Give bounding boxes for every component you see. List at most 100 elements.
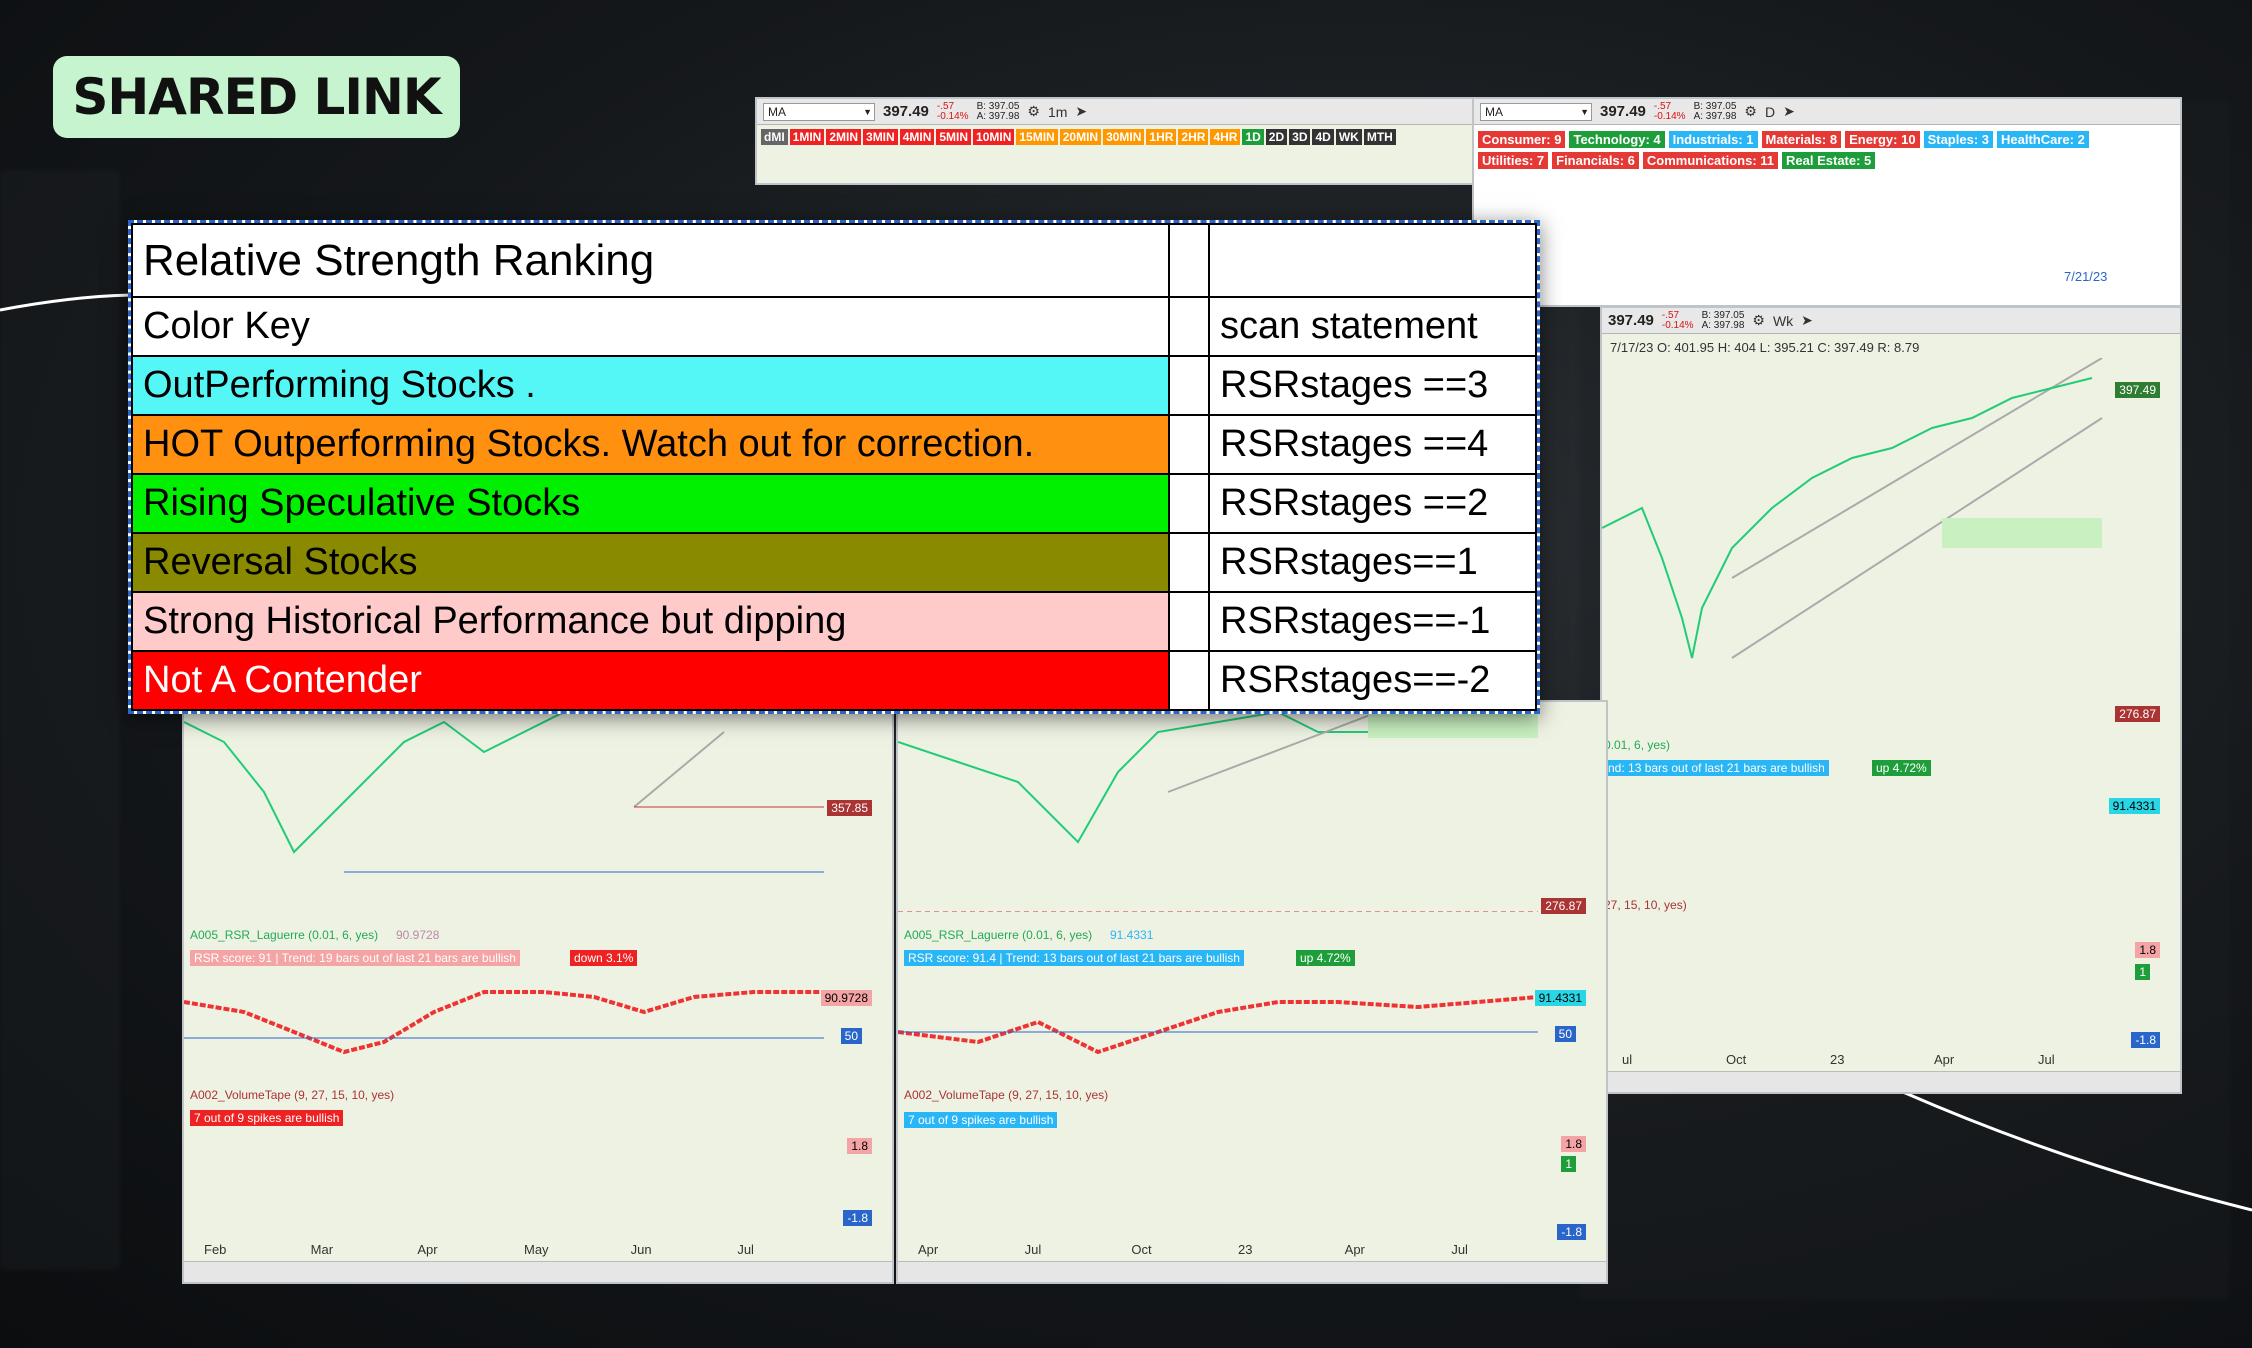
- bid-ask: B: 397.05 A: 397.98: [1701, 309, 1745, 331]
- timeframe-button[interactable]: D: [1765, 104, 1775, 120]
- study-mid-tag: 50: [1554, 1026, 1576, 1042]
- stage-label: Reversal Stocks: [131, 532, 1170, 594]
- timeframe-button[interactable]: 2HR: [1178, 129, 1209, 145]
- status-bar: [1602, 1071, 2180, 1092]
- timeframe-button[interactable]: 3MIN: [863, 129, 898, 145]
- volume-low-tag: -1.8: [843, 1210, 872, 1226]
- timeframe-button[interactable]: 3D: [1289, 129, 1311, 145]
- sector-badge: Energy: 10: [1845, 131, 1920, 148]
- trend-text: RSR score: 91.4 | Trend: 13 bars out of …: [904, 950, 1244, 966]
- table-row: Strong Historical Performance but dippin…: [131, 591, 1537, 653]
- timeframe-button[interactable]: 1MIN: [789, 129, 825, 145]
- x-tick-label: Jul: [737, 1242, 754, 1257]
- timeframe-button[interactable]: 4MIN: [899, 129, 935, 145]
- study-select[interactable]: MA: [1480, 102, 1592, 121]
- scan-statement: RSRstages ==4: [1208, 414, 1537, 476]
- timeframe-button[interactable]: 1D: [1242, 129, 1264, 145]
- study-select[interactable]: MA: [763, 102, 875, 121]
- sector-list: Consumer: 9 Technology: 4 Industrials: 1 Ma…: [1478, 131, 2118, 169]
- left-price-chart: [184, 711, 824, 873]
- sector-badge: HealthCare: 2: [1997, 131, 2089, 148]
- table-title-row: Relative Strength Ranking: [131, 222, 1537, 299]
- sector-badge: Technology: 4: [1569, 131, 1665, 148]
- chart-window-sectors: MA 397.49 -.57-0.14% B: 397.05A: 397.98 …: [1472, 97, 2182, 307]
- timeframe-button[interactable]: Wk: [1773, 313, 1793, 329]
- timeframe-button[interactable]: 1m: [1048, 104, 1067, 120]
- study-mid-tag: 50: [840, 1028, 862, 1044]
- scan-statement: RSRstages ==3: [1208, 355, 1537, 417]
- stage-label: Strong Historical Performance but dippin…: [131, 591, 1170, 653]
- ohlc-readout: 7/17/23 O: 401.95 H: 404 L: 395.21 C: 39…: [1610, 340, 1920, 355]
- timeframe-button[interactable]: 4HR: [1210, 129, 1241, 145]
- middle-rsr-chart: [898, 995, 1538, 1055]
- table-header-row: Color Key scan statement: [131, 296, 1537, 358]
- study-value-tag: 91.4331: [1534, 990, 1586, 1006]
- timeframe-button[interactable]: 2MIN: [826, 129, 862, 145]
- sector-badge: Financials: 6: [1552, 152, 1639, 169]
- table-title: Relative Strength Ranking: [131, 222, 1170, 299]
- gear-icon[interactable]: ⚙: [1744, 103, 1757, 120]
- timeframe-button[interactable]: 10MIN: [973, 129, 1015, 145]
- last-price: 397.49: [883, 103, 929, 120]
- cursor-icon[interactable]: ➤: [1801, 312, 1813, 329]
- sector-badge: Communications: 11: [1642, 152, 1779, 169]
- timeframe-bar: dMI 1MIN 2MIN 3MIN 4MIN 5MIN 10MIN 15MIN 20MIN 30…: [761, 129, 1396, 145]
- volume-count-tag: 1: [1561, 1156, 1576, 1172]
- scan-statement: RSRstages ==2: [1208, 473, 1537, 535]
- low-price-tag: 276.87: [1541, 898, 1586, 914]
- gear-icon[interactable]: ⚙: [1752, 312, 1765, 329]
- x-tick-label: Feb: [204, 1242, 227, 1257]
- gear-icon[interactable]: ⚙: [1027, 103, 1040, 120]
- cursor-icon[interactable]: ➤: [1075, 103, 1087, 120]
- table-row: OutPerforming Stocks . RSRstages ==3: [131, 355, 1537, 417]
- sector-badge: Materials: 8: [1761, 131, 1842, 148]
- x-tick-label: Oct: [1726, 1052, 1747, 1067]
- timeframe-button[interactable]: 20MIN: [1059, 129, 1102, 145]
- chart-window-middle: 276.87 A005_RSR_Laguerre (0.01, 6, yes) …: [896, 700, 1608, 1284]
- volume-count-tag: 1: [2135, 964, 2150, 980]
- table-row: HOT Outperforming Stocks. Watch out for …: [131, 414, 1537, 476]
- volume-params: 27, 15, 10, yes): [1604, 898, 1687, 912]
- study-value-tag: 91.4331: [2108, 798, 2160, 814]
- trend-text: RSR score: 91 | Trend: 19 bars out of la…: [190, 950, 520, 966]
- timeframe-button[interactable]: 4D: [1312, 129, 1334, 145]
- cursor-icon[interactable]: ➤: [1783, 103, 1795, 120]
- last-price: 397.49: [1608, 312, 1654, 329]
- timeframe-button[interactable]: 2D: [1265, 129, 1288, 145]
- study-value-tag: 90.9728: [820, 990, 872, 1006]
- timeframe-button[interactable]: 1HR: [1146, 129, 1177, 145]
- status-bar: [898, 1261, 1606, 1282]
- x-tick-label: Mar: [310, 1242, 334, 1257]
- timeframe-button[interactable]: 30MIN: [1103, 129, 1145, 145]
- volume-name: A002_VolumeTape (9, 27, 15, 10, yes): [190, 1088, 395, 1102]
- bid-ask: B: 397.05 A: 397.98: [1693, 100, 1737, 122]
- x-tick-label: Jul: [1451, 1242, 1468, 1257]
- middle-price-chart: [898, 702, 1538, 912]
- x-tick-label: ul: [1622, 1052, 1633, 1067]
- stage-label: Not A Contender: [131, 650, 1170, 711]
- x-tick-label: Jun: [630, 1242, 652, 1257]
- price-tag: 357.85: [827, 800, 872, 816]
- x-tick-label: 23: [1238, 1242, 1253, 1257]
- x-tick-label: Jul: [1024, 1242, 1042, 1257]
- volume-text: 7 out of 9 spikes are bullish: [190, 1110, 344, 1126]
- low-price-tag: 276.87: [2115, 706, 2160, 722]
- x-tick-label: Jul: [2038, 1052, 2055, 1067]
- timeframe-button[interactable]: WK: [1335, 129, 1362, 145]
- timeframe-button[interactable]: dMI: [761, 129, 788, 145]
- volume-text: 7 out of 9 spikes are bullish: [904, 1112, 1058, 1128]
- color-key-label: Color Key: [131, 296, 1170, 358]
- timeframe-button[interactable]: 15MIN: [1016, 129, 1058, 145]
- price-change: -.57 -0.14%: [1653, 100, 1686, 122]
- x-tick-label: 23: [1830, 1052, 1845, 1067]
- x-tick-label: Apr: [918, 1242, 939, 1257]
- x-tick-label: Apr: [417, 1242, 438, 1257]
- sector-badge: Utilities: 7: [1478, 152, 1549, 169]
- x-tick-label: Apr: [1344, 1242, 1365, 1257]
- study-value: 91.4331: [1110, 928, 1154, 942]
- timeframe-button[interactable]: MTH: [1363, 129, 1396, 145]
- sector-badge: Industrials: 1: [1668, 131, 1758, 148]
- last-price: 397.49: [1600, 103, 1646, 120]
- timeframe-button[interactable]: 5MIN: [936, 129, 972, 145]
- chart-date-label: 7/21/23: [2064, 269, 2108, 284]
